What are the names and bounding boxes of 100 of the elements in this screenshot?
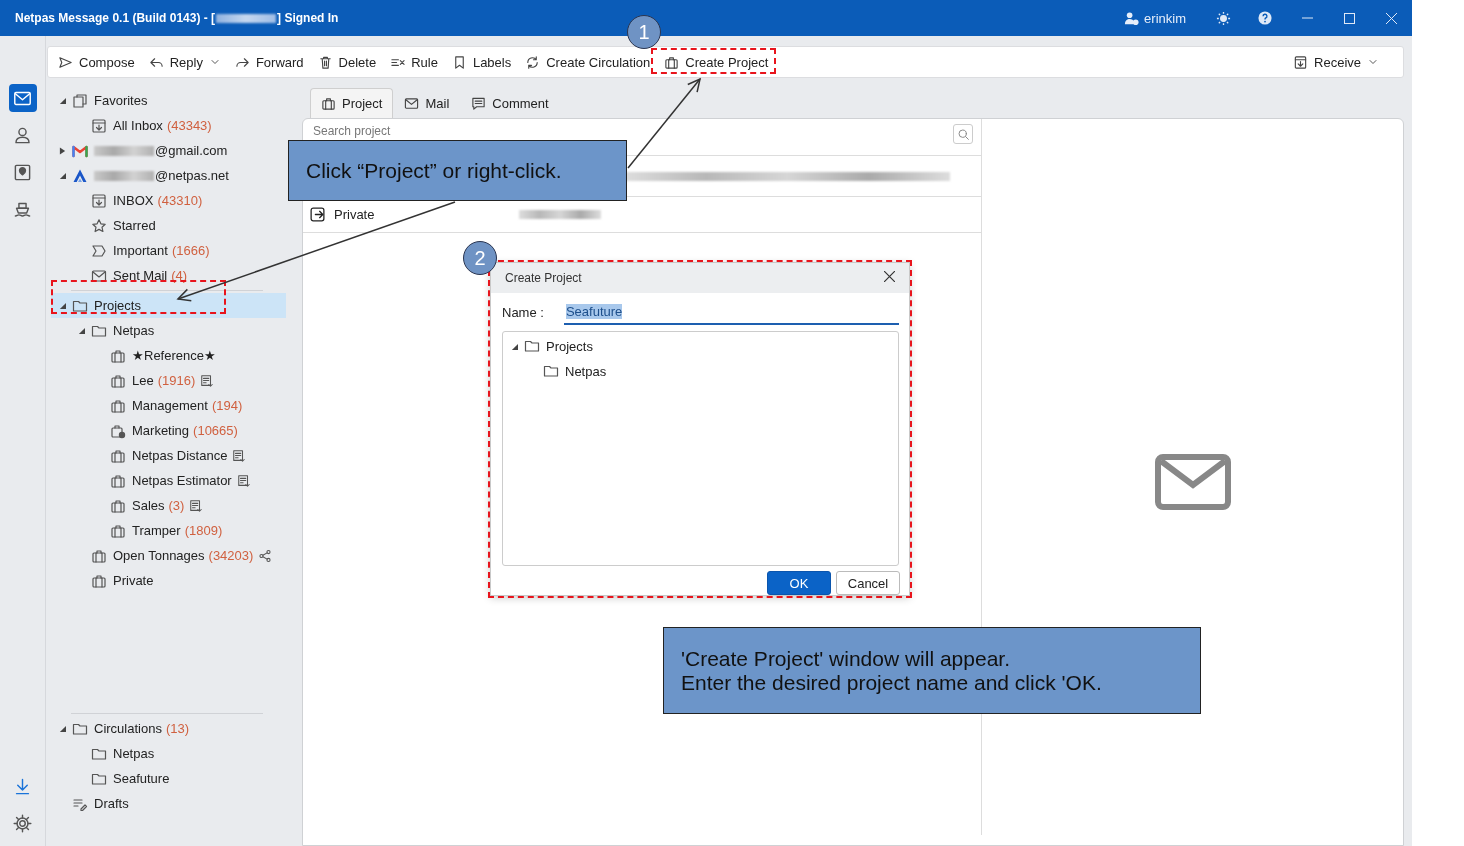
- tab[interactable]: Project: [310, 88, 394, 118]
- tree-item[interactable]: INBOX (43310): [51, 188, 286, 213]
- window-title: ] Signed In: [277, 11, 339, 25]
- tree-item[interactable]: Netpas Distance: [51, 443, 286, 468]
- item-count: (10665): [193, 423, 238, 438]
- callout-text: 'Create Project' window will appear.: [681, 646, 1011, 671]
- window-title: Netpas Message 0.1 (Build 0143) - [: [15, 11, 216, 25]
- briefcase-gear-icon: [110, 422, 126, 439]
- tree-item[interactable]: Projects: [51, 293, 286, 318]
- expanded-caret-icon[interactable]: [59, 302, 66, 309]
- item-count: (13): [165, 721, 190, 736]
- tree-item[interactable]: Drafts: [51, 791, 286, 816]
- tree-item[interactable]: Lee (1916): [51, 368, 286, 393]
- tree-item[interactable]: ★Reference★: [51, 343, 286, 368]
- close-icon[interactable]: [884, 270, 895, 282]
- toolbar-button[interactable]: Create Circulation: [525, 54, 651, 70]
- comment-icon: [471, 96, 487, 111]
- download-icon[interactable]: [13, 776, 32, 796]
- tree-item[interactable]: Netpas Estimator: [51, 468, 286, 493]
- tab[interactable]: Mail: [393, 88, 461, 118]
- toolbar-button[interactable]: Labels: [451, 54, 512, 70]
- collapsed-caret-icon[interactable]: [59, 146, 66, 155]
- briefcase-icon: [321, 96, 336, 111]
- tree-item[interactable]: All Inbox (43343): [51, 113, 286, 138]
- search-icon: [956, 127, 970, 141]
- briefcase-icon: [110, 497, 126, 514]
- expanded-caret-icon[interactable]: [59, 172, 66, 179]
- toolbar-button[interactable]: Forward: [234, 54, 304, 70]
- map-pin-icon: [13, 162, 32, 182]
- tree-item[interactable]: Netpas: [503, 358, 898, 384]
- briefcase-icon: [110, 472, 126, 489]
- search-field[interactable]: Search project: [313, 124, 953, 138]
- toolbar-button[interactable]: Rule: [390, 54, 438, 70]
- ok-button[interactable]: OK: [767, 571, 831, 595]
- briefcase-icon: [110, 522, 126, 539]
- briefcase-icon: [110, 447, 126, 464]
- toolbar-button[interactable]: Delete: [317, 54, 377, 70]
- item-count: (3): [168, 498, 185, 513]
- tree-item[interactable]: Starred: [51, 213, 286, 238]
- callout-text: Click “Project” or right-click.: [306, 158, 563, 183]
- tree-item[interactable]: Tramper (1809): [51, 518, 286, 543]
- inbox-icon: [91, 192, 107, 209]
- cycle-arrows-icon: [525, 54, 541, 70]
- tree-item[interactable]: Projects: [503, 333, 898, 359]
- briefcase-icon: [110, 347, 126, 364]
- maximize-icon[interactable]: [1343, 12, 1355, 24]
- redacted-text: [216, 13, 277, 23]
- tree-item[interactable]: Important (1666): [51, 238, 286, 263]
- item-count: (1916): [157, 373, 196, 388]
- folder-icon: [524, 338, 540, 355]
- item-count: (43310): [157, 193, 203, 208]
- tree-item[interactable]: Management (194): [51, 393, 286, 418]
- envelope-icon: [404, 96, 420, 111]
- exit-box-icon: [309, 206, 326, 223]
- expanded-caret-icon[interactable]: [59, 725, 66, 732]
- settings-icon[interactable]: [13, 813, 32, 833]
- toolbar-button[interactable]: Reply: [148, 54, 221, 70]
- expanded-caret-icon[interactable]: [511, 342, 518, 350]
- item-count: (1809): [184, 523, 223, 538]
- tree-item[interactable]: Netpas: [51, 741, 286, 766]
- tree-item[interactable]: Sales (3): [51, 493, 286, 518]
- dialog-title: Create Project: [505, 270, 582, 285]
- triangle-logo-icon: [72, 167, 88, 184]
- help-icon[interactable]: [1258, 11, 1272, 25]
- expanded-caret-icon[interactable]: [59, 97, 66, 104]
- inbox-icon: [91, 117, 107, 134]
- trash-icon: [317, 54, 333, 70]
- toolbar-button[interactable]: Create Project: [664, 54, 769, 70]
- star-icon: [91, 217, 107, 234]
- rail-button[interactable]: [8, 84, 37, 112]
- briefcase-icon: [664, 54, 680, 70]
- cancel-button[interactable]: Cancel: [836, 571, 900, 595]
- item-count: (34203): [208, 548, 254, 563]
- expanded-caret-icon[interactable]: [78, 327, 85, 334]
- tree-item[interactable]: Netpas: [51, 318, 286, 343]
- minimize-icon[interactable]: [1301, 17, 1313, 19]
- toolbar-button[interactable]: Compose: [58, 54, 135, 70]
- brightness-icon[interactable]: [1215, 10, 1231, 26]
- name-field[interactable]: Seafuture: [563, 300, 899, 325]
- envelope-icon: [91, 267, 107, 284]
- briefcase-icon: [91, 547, 107, 564]
- tree-item[interactable]: Favorites: [51, 88, 286, 113]
- user-icon: [1124, 10, 1140, 26]
- tag-icon: [91, 242, 107, 259]
- tree-item[interactable]: Marketing (10665): [51, 418, 286, 443]
- tab[interactable]: Comment: [460, 88, 560, 118]
- tree-item[interactable]: Private: [51, 568, 286, 593]
- user-account[interactable]: erinkim: [1124, 10, 1186, 26]
- search-button[interactable]: [953, 124, 973, 144]
- tree-item[interactable]: Open Tonnages (34203): [51, 543, 286, 568]
- item-count: (43343): [166, 118, 212, 133]
- tree-item[interactable]: @netpas.net: [51, 163, 286, 188]
- briefcase-icon: [110, 397, 126, 414]
- tree-item[interactable]: @gmail.com: [51, 138, 286, 163]
- paper-plane-icon: [58, 54, 73, 70]
- toolbar-button[interactable]: Receive: [1293, 54, 1379, 70]
- tree-item[interactable]: Circulations (13): [51, 716, 286, 741]
- list-item[interactable]: Private: [309, 206, 509, 223]
- tree-item[interactable]: Seafuture: [51, 766, 286, 791]
- item-count: (1666): [171, 243, 210, 258]
